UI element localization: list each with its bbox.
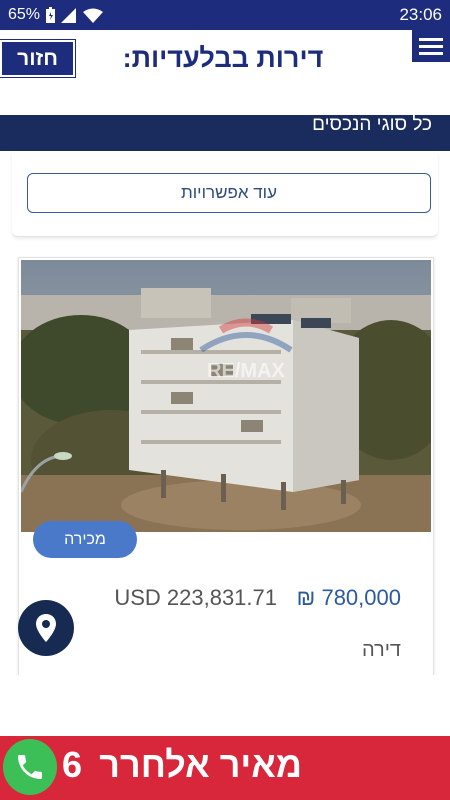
app-header: חזור דירות בבלעדיות:: [0, 30, 450, 115]
status-time: 23:06: [399, 5, 442, 24]
map-pin-icon: [36, 614, 56, 642]
menu-line: [419, 37, 443, 41]
property-type-filter[interactable]: כל סוגי הנכסים: [0, 115, 450, 151]
promo-banner[interactable]: 6 מאיר אלחרר: [0, 736, 450, 800]
sale-badge: מכירה: [33, 521, 137, 558]
back-button[interactable]: חזור: [0, 40, 75, 77]
battery-icon: [46, 7, 56, 23]
price-ils: ₪ 780,000: [296, 585, 401, 610]
signal-icon: [61, 7, 77, 23]
property-type-filter-label: כל סוגי הנכסים: [312, 114, 432, 135]
status-left: 65%: [8, 6, 104, 24]
battery-percent: 65%: [8, 6, 41, 23]
phone-call-button[interactable]: [3, 739, 57, 795]
menu-line: [419, 44, 443, 48]
map-location-button[interactable]: [18, 600, 74, 656]
listing-photo[interactable]: RE/MAX: [21, 260, 431, 532]
listing-card[interactable]: RE/MAX מכירה ₪ 780,000 USD 223,831.71 די…: [18, 257, 434, 679]
hamburger-menu-icon[interactable]: [412, 30, 450, 62]
property-type: דירה: [361, 639, 401, 661]
remax-watermark: RE/MAX: [207, 360, 285, 382]
price-usd: USD 223,831.71: [114, 585, 277, 610]
wifi-icon: [83, 8, 104, 23]
status-bar: 65% 23:06: [0, 0, 450, 30]
menu-line: [419, 51, 443, 55]
more-options-panel: עוד אפשרויות: [12, 152, 438, 237]
promo-number: 6: [62, 744, 83, 785]
more-options-button[interactable]: עוד אפשרויות: [27, 173, 431, 213]
promo-text: מאיר אלחרר: [99, 744, 302, 785]
phone-icon: [18, 755, 42, 779]
page-title: דירות בבלעדיות:: [122, 43, 324, 73]
content-spacer: [0, 675, 450, 735]
